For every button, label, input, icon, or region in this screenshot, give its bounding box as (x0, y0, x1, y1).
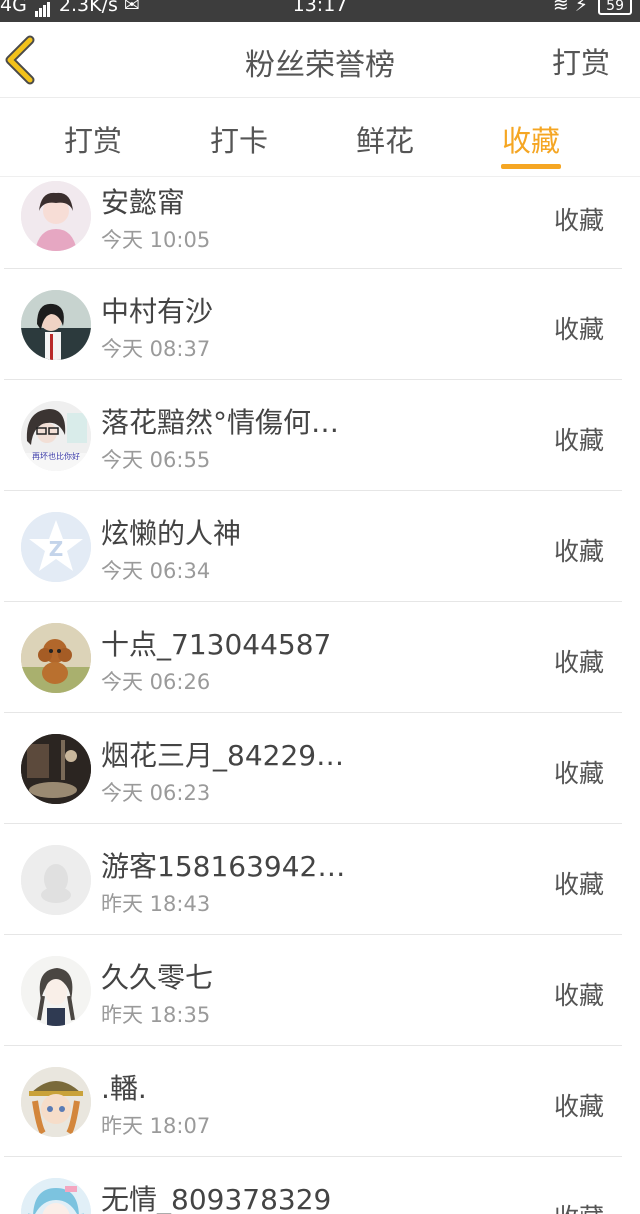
favorite-label: 收藏 (553, 870, 604, 899)
avatar (21, 623, 91, 693)
user-name: 烟花三月_84229… (101, 739, 345, 772)
svg-text:Z: Z (49, 537, 64, 561)
wifi-icon: ≋ (552, 0, 569, 16)
tab-checkin[interactable]: 打卡 (210, 118, 268, 160)
list-item[interactable]: .轓. 昨天 18:07 收藏 (0, 1046, 640, 1157)
charging-icon: ⚡ (574, 0, 589, 16)
timestamp: 今天 08:37 (101, 337, 211, 361)
penguin-avatar-icon (21, 845, 91, 915)
avatar: 再坏也比你好 (21, 401, 91, 471)
timestamp: 昨天 18:43 (101, 892, 211, 916)
favorite-label: 收藏 (553, 315, 604, 344)
user-name: 久久零七 (101, 961, 214, 994)
list-item[interactable]: 安懿甯 今天 10:05 收藏 (0, 176, 640, 269)
user-name: 无情_809378329 (101, 1183, 332, 1214)
favorite-label: 收藏 (553, 537, 604, 566)
user-name: 落花黯然°情傷何… (101, 406, 340, 439)
favorite-label: 收藏 (553, 206, 604, 235)
status-time: 13:17 (292, 0, 348, 16)
list-item[interactable]: 烟花三月_84229… 今天 06:23 收藏 (0, 713, 640, 824)
avatar: Z (21, 512, 91, 582)
timestamp: 今天 06:55 (101, 448, 211, 472)
favorite-label: 收藏 (553, 1092, 604, 1121)
timestamp: 今天 06:34 (101, 559, 211, 583)
fan-list: 安懿甯 今天 10:05 收藏 中村有沙 今天 08:37 收藏 再坏也比你好 … (0, 176, 640, 1214)
page-title: 粉丝荣誉榜 (245, 48, 395, 83)
tab-flowers[interactable]: 鲜花 (356, 118, 414, 160)
status-right: ≋ ⚡ 59 (553, 0, 632, 16)
avatar (21, 845, 91, 915)
user-name: 安懿甯 (101, 186, 186, 219)
favorite-label: 收藏 (553, 426, 604, 455)
user-name: 十点_713044587 (101, 628, 332, 661)
favorite-label: 收藏 (553, 981, 604, 1010)
list-item[interactable]: 游客158163942… 昨天 18:43 收藏 (0, 824, 640, 935)
list-item[interactable]: 中村有沙 今天 08:37 收藏 (0, 269, 640, 380)
tab-favorites[interactable]: 收藏 (502, 118, 560, 160)
star-avatar-icon: Z (21, 512, 91, 582)
list-item[interactable]: 十点_713044587 今天 06:26 收藏 (0, 602, 640, 713)
nav-header: 粉丝荣誉榜 打赏 (0, 22, 640, 98)
timestamp: 昨天 18:07 (101, 1114, 211, 1138)
list-item[interactable]: 久久零七 昨天 18:35 收藏 (0, 935, 640, 1046)
user-name: 炫懒的人神 (101, 517, 242, 550)
back-button[interactable] (2, 34, 46, 86)
reward-button[interactable]: 打赏 (552, 40, 610, 82)
list-item[interactable]: 无情_809378329 收藏 (0, 1157, 640, 1214)
avatar (21, 1067, 91, 1137)
avatar (21, 290, 91, 360)
timestamp: 今天 06:23 (101, 781, 211, 805)
tab-bar: 打赏 打卡 鲜花 收藏 (0, 98, 640, 177)
avatar-caption: 再坏也比你好 (32, 452, 80, 461)
list-item[interactable]: Z 炫懒的人神 今天 06:34 收藏 (0, 491, 640, 602)
battery-icon: 59 (598, 0, 632, 15)
avatar (21, 956, 91, 1026)
timestamp: 今天 10:05 (101, 228, 211, 252)
chevron-left-icon (5, 35, 35, 85)
avatar (21, 181, 91, 251)
status-bar: 4G 2.3K/s ✉ 13:17 ≋ ⚡ 59 (0, 0, 640, 22)
favorite-label: 收藏 (553, 648, 604, 677)
tab-reward[interactable]: 打赏 (64, 118, 122, 160)
active-tab-indicator (501, 164, 561, 169)
avatar (21, 1178, 91, 1214)
avatar (21, 734, 91, 804)
timestamp: 今天 06:26 (101, 670, 211, 694)
user-name: 游客158163942… (101, 850, 346, 883)
favorite-label: 收藏 (554, 1198, 604, 1214)
list-item[interactable]: 再坏也比你好 落花黯然°情傷何… 今天 06:55 收藏 (0, 380, 640, 491)
timestamp: 昨天 18:35 (101, 1003, 211, 1027)
user-name: .轓. (101, 1072, 147, 1105)
favorite-label: 收藏 (553, 759, 604, 788)
user-name: 中村有沙 (101, 295, 214, 328)
